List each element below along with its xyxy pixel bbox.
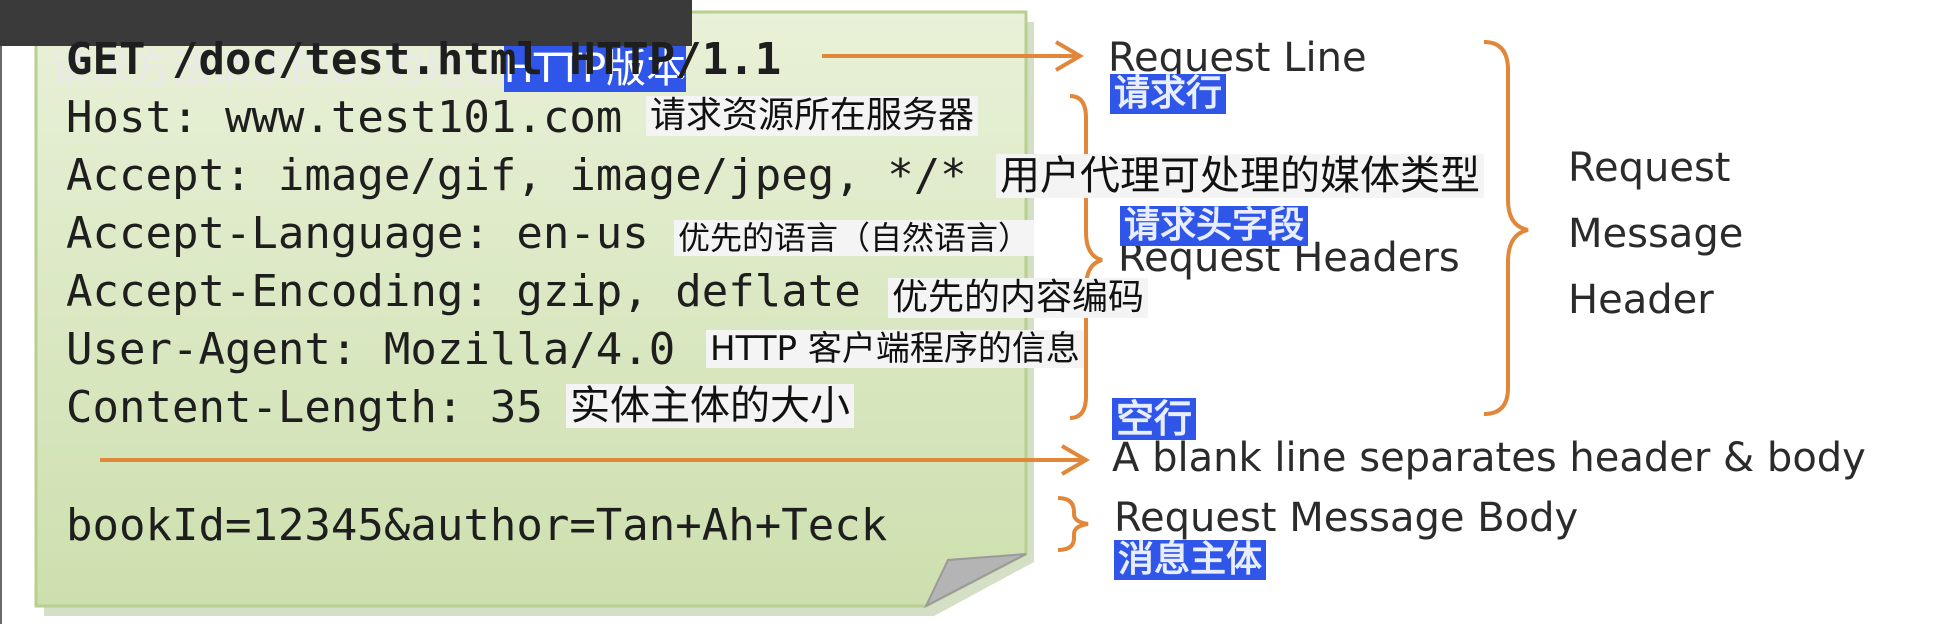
request-headers-cn-tag: 请求头字段	[1120, 206, 1309, 246]
request-line-cn-tag: 请求行	[1110, 74, 1227, 114]
blank-line-label: A blank line separates header & body	[1112, 435, 1866, 481]
message-header-brace	[1483, 40, 1529, 416]
note-accept-encoding: 优先的内容编码	[888, 278, 1149, 318]
header-line-accept-encoding: Accept-Encoding: gzip, deflate	[66, 266, 861, 317]
note-accept-language: 优先的语言（自然语言）	[674, 220, 1035, 256]
request-headers-brace	[1069, 94, 1103, 420]
header-line-host: Host: www.test101.com	[66, 92, 623, 143]
message-body-label: Request Message Body	[1114, 495, 1579, 541]
note-user-agent: HTTP 客户端程序的信息	[706, 330, 1084, 368]
header-line-accept-language: Accept-Language: en-us	[66, 208, 649, 259]
message-body-brace	[1057, 496, 1089, 552]
note-content-length: 实体主体的大小	[566, 384, 854, 428]
note-host: 请求资源所在服务器	[646, 96, 979, 136]
request-line-label: Request Line	[1108, 35, 1367, 81]
header-line-content-length: Content-Length: 35	[66, 382, 543, 433]
header-line-accept: Accept: image/gif, image/jpeg, */*	[66, 150, 967, 201]
note-accept: 用户代理可处理的媒体类型	[996, 154, 1484, 198]
message-header-label-3: Header	[1568, 277, 1714, 323]
message-header-label-1: Request	[1568, 145, 1731, 191]
blank-line-cn-tag: 空行	[1112, 398, 1197, 440]
message-header-label-2: Message	[1568, 211, 1744, 257]
header-line-user-agent: User-Agent: Mozilla/4.0	[66, 324, 676, 375]
request-body-text: bookId=12345&author=Tan+Ah+Teck	[66, 500, 888, 551]
request-line-text: GET /doc/test.html HTTP/1.1	[66, 34, 782, 85]
message-body-cn-tag: 消息主体	[1114, 540, 1267, 580]
http-request-diagram: 请求方法请求的url的地址HTTP版本 GET /doc/test.html H…	[0, 0, 1936, 624]
